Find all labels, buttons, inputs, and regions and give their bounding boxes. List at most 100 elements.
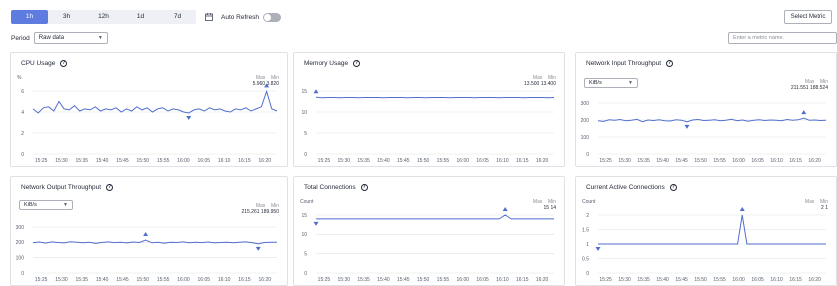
range-1d-button[interactable]: 1d (122, 10, 159, 24)
x-tick-label: 16:10 (496, 277, 509, 283)
y-tick-label: 10 (301, 232, 307, 238)
x-tick-label: 16:05 (751, 158, 764, 164)
range-1h-button[interactable]: 1h (11, 10, 48, 24)
max-marker (143, 232, 149, 237)
calendar-icon[interactable] (204, 13, 213, 22)
current-active-connections-card: 0 0.5 1 1.5 2 15:25 15:30 15:35 15:40 15:45 15:50 1… (575, 176, 837, 286)
min-value: 189.950 (260, 209, 279, 215)
auto-refresh-label: Auto Refresh (221, 13, 259, 21)
y-tick-label: 0 (304, 152, 307, 158)
max-value: 15 (543, 205, 550, 211)
x-tick-label: 15:25 (599, 158, 612, 164)
series-line (32, 89, 278, 114)
x-tick-label: 15:35 (357, 277, 370, 283)
cpu-usage-line-chart: 0 2 4 6 15:25 15:30 15:35 15:40 15:45 15:50 15:55 1… (21, 83, 278, 164)
x-tick-label: 15:55 (157, 277, 170, 283)
help-icon[interactable]: ? (106, 184, 114, 191)
x-tick-label: 15:50 (137, 277, 150, 283)
x-tick-label: 15:40 (96, 158, 109, 164)
y-tick-label: 100 (16, 255, 25, 261)
chevron-down-icon: ▼ (97, 35, 103, 41)
x-tick-label: 15:30 (338, 277, 351, 283)
unit-dropdown[interactable]: KiB/s ▼ (584, 78, 638, 88)
x-tick-label: 15:25 (35, 277, 48, 283)
auto-refresh-toggle[interactable] (262, 12, 281, 22)
max-label: Max (804, 199, 815, 205)
chevron-down-icon: ▼ (628, 80, 633, 86)
card-title: Current Active Connections? (586, 184, 677, 191)
x-tick-label: 15:30 (338, 158, 351, 164)
time-range-toolbar: 1h 3h 12h 1d 7d Auto Refresh (11, 10, 281, 24)
y-tick-label: 1 (586, 242, 589, 248)
max-min-summary: Max Min 211.551 188.524 (791, 79, 828, 91)
x-tick-label: 15:50 (417, 277, 430, 283)
network-input-throughput-card: 0 100 200 300 15:25 15:30 15:35 15:40 15:45 15:50… (575, 52, 837, 167)
x-tick-label: 16:20 (808, 277, 821, 283)
y-tick-label: 2 (21, 131, 24, 137)
period-dropdown[interactable]: Raw data ▼ (33, 32, 108, 44)
range-12h-button[interactable]: 12h (85, 10, 122, 24)
total-connections-card: 0 5 10 15 15:25 15:30 15:35 15:40 15:45 15:50 15:5… (293, 176, 565, 286)
max-value: 215.261 (241, 209, 260, 215)
x-tick-label: 16:20 (259, 158, 272, 164)
range-3h-button[interactable]: 3h (48, 10, 85, 24)
x-tick-label: 16:10 (218, 277, 231, 283)
x-tick-label: 16:15 (516, 158, 529, 164)
x-tick-label: 16:05 (476, 158, 489, 164)
card-title-text: Network Input Throughput (586, 60, 662, 67)
x-tick-label: 15:40 (96, 277, 109, 283)
y-tick-label: 200 (16, 240, 25, 246)
range-7d-button[interactable]: 7d (159, 10, 196, 24)
x-tick-label: 16:00 (177, 158, 190, 164)
help-icon[interactable]: ? (60, 60, 68, 67)
series-line (32, 239, 278, 245)
max-marker (502, 207, 508, 211)
help-icon[interactable]: ? (360, 184, 368, 191)
help-icon[interactable]: ? (353, 60, 361, 67)
min-marker (595, 247, 601, 251)
y-tick-label: 15 (301, 213, 307, 219)
help-icon[interactable]: ? (666, 60, 674, 67)
memory-usage-line-chart: 0 5 10 15 15:25 15:30 15:35 15:40 15:45 15:50 15:5… (301, 89, 555, 164)
x-tick-label: 16:05 (476, 277, 489, 283)
x-tick-label: 16:00 (457, 158, 470, 164)
max-value: 211.551 (790, 85, 809, 91)
x-tick-label: 15:35 (76, 158, 89, 164)
y-tick-label: 2 (586, 213, 589, 219)
unit-dropdown[interactable]: KiB/s ▼ (19, 200, 73, 210)
max-min-summary: Max Min 5.960 3.820 (253, 75, 279, 87)
x-tick-label: 15:50 (694, 277, 707, 283)
x-tick-label: 16:00 (732, 158, 745, 164)
x-tick-label: 16:10 (770, 277, 783, 283)
period-row: Period Raw data ▼ (11, 32, 108, 44)
x-tick-label: 15:55 (437, 158, 450, 164)
max-value: 5.960 (252, 81, 266, 87)
help-icon[interactable]: ? (669, 184, 677, 191)
current-active-connections-line-chart: 0 0.5 1 1.5 2 15:25 15:30 15:35 15:40 15:45 15:50 1… (582, 207, 826, 283)
x-tick-label: 15:25 (318, 277, 331, 283)
metric-search-input[interactable]: Enter a metric name. (728, 32, 837, 44)
x-tick-label: 15:35 (357, 158, 370, 164)
card-title-text: CPU Usage (21, 60, 56, 67)
y-tick-label: 0 (21, 152, 24, 158)
x-tick-label: 16:15 (516, 277, 529, 283)
min-value: 1 (825, 205, 828, 211)
max-label: Max (532, 199, 543, 205)
card-title-text: Network Output Throughput (21, 184, 102, 191)
max-min-summary: Max Min 13.500 13.400 (524, 75, 556, 87)
x-tick-label: 15:40 (656, 277, 669, 283)
x-tick-label: 16:10 (496, 158, 509, 164)
card-title: Network Input Throughput? (586, 60, 674, 67)
x-tick-label: 15:45 (675, 158, 688, 164)
x-tick-label: 15:45 (675, 277, 688, 283)
unit-label: Count (582, 199, 596, 205)
x-tick-label: 16:20 (259, 277, 272, 283)
select-metric-button[interactable]: Select Metric (784, 10, 832, 24)
x-tick-label: 15:50 (137, 158, 150, 164)
card-title: CPU Usage? (21, 60, 68, 67)
x-tick-label: 16:15 (789, 158, 802, 164)
x-tick-label: 16:05 (198, 158, 211, 164)
max-min-summary: Max Min 15 14 (533, 199, 556, 211)
max-value: 2 (821, 205, 824, 211)
x-tick-label: 16:15 (789, 277, 802, 283)
